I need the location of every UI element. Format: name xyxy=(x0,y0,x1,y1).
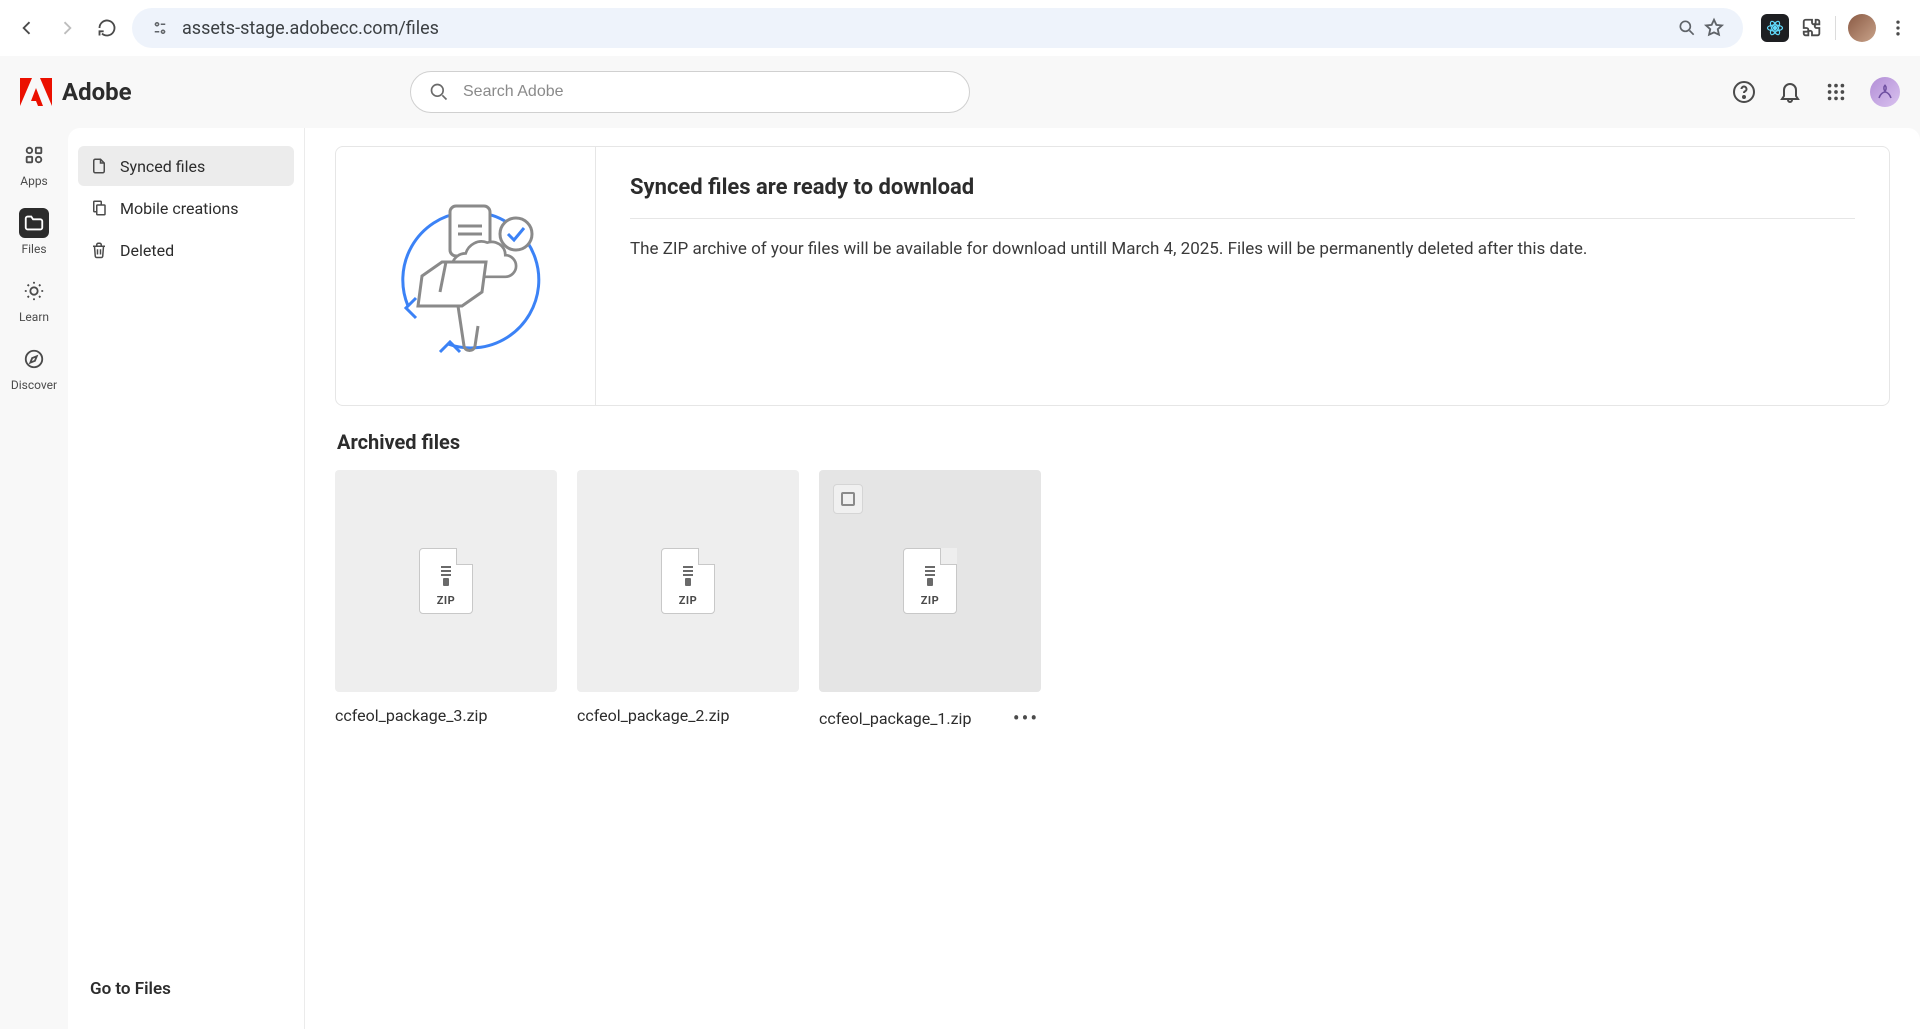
help-icon[interactable] xyxy=(1732,80,1756,104)
rail-label: Learn xyxy=(19,310,49,324)
adobe-logo-text: Adobe xyxy=(62,78,132,106)
app-switcher-icon[interactable] xyxy=(1824,80,1848,104)
rail-item-apps[interactable]: Apps xyxy=(5,132,63,196)
site-settings-icon[interactable] xyxy=(150,18,170,38)
trash-icon xyxy=(90,241,108,259)
file-card: ZIP ccfeol_package_1.zip ••• xyxy=(819,470,1041,730)
browser-url-bar[interactable]: assets-stage.adobecc.com/files xyxy=(132,8,1743,48)
checkbox-icon xyxy=(841,492,855,506)
file-thumbnail[interactable]: ZIP xyxy=(335,470,557,692)
sidenav-synced-files[interactable]: Synced files xyxy=(78,146,294,186)
search-icon xyxy=(429,82,449,102)
app-header: Adobe xyxy=(0,56,1920,128)
adobe-logo-icon xyxy=(20,78,52,106)
rail-item-discover[interactable]: Discover xyxy=(5,336,63,400)
discover-icon xyxy=(19,344,49,374)
learn-icon xyxy=(19,276,49,306)
file-card: ZIP ccfeol_package_2.zip xyxy=(577,470,799,730)
banner-description: The ZIP archive of your files will be av… xyxy=(630,237,1855,262)
file-type-label: ZIP xyxy=(921,594,939,607)
apps-icon xyxy=(19,140,49,170)
extensions-icon[interactable] xyxy=(1801,17,1823,39)
file-select-checkbox[interactable] xyxy=(833,484,863,514)
download-ready-banner: Synced files are ready to download The Z… xyxy=(335,146,1890,406)
rail-item-learn[interactable]: Learn xyxy=(5,268,63,332)
browser-forward-button[interactable] xyxy=(52,13,82,43)
browser-profile-avatar[interactable] xyxy=(1848,14,1876,42)
file-type-label: ZIP xyxy=(437,594,455,607)
file-name: ccfeol_package_3.zip xyxy=(335,706,487,725)
adobe-logo[interactable]: Adobe xyxy=(20,78,410,106)
sidenav-label: Deleted xyxy=(120,241,174,260)
zip-file-icon: ZIP xyxy=(419,548,473,614)
zoom-icon[interactable] xyxy=(1677,18,1697,38)
files-icon xyxy=(19,208,49,238)
file-more-actions-icon[interactable]: ••• xyxy=(1011,706,1041,730)
zip-file-icon: ZIP xyxy=(903,548,957,614)
files-side-panel: Synced files Mobile creations Deleted Go… xyxy=(68,128,304,1029)
search-input[interactable] xyxy=(463,83,951,101)
sidenav-label: Synced files xyxy=(120,157,205,176)
search-box[interactable] xyxy=(410,71,970,113)
sidenav-mobile-creations[interactable]: Mobile creations xyxy=(78,188,294,228)
browser-toolbar: assets-stage.adobecc.com/files xyxy=(0,0,1920,56)
zip-file-icon: ZIP xyxy=(661,548,715,614)
file-icon xyxy=(90,157,108,175)
browser-url-text: assets-stage.adobecc.com/files xyxy=(182,18,439,39)
left-rail: Home Apps Files Learn Discover xyxy=(0,56,68,1029)
mobile-creations-icon xyxy=(90,199,108,217)
divider xyxy=(630,218,1855,219)
file-card: ZIP ccfeol_package_3.zip xyxy=(335,470,557,730)
divider xyxy=(1835,16,1836,40)
go-to-files-link[interactable]: Go to Files xyxy=(78,967,294,1011)
react-devtools-extension-icon[interactable] xyxy=(1761,14,1789,42)
section-title-archived: Archived files xyxy=(337,430,1890,454)
sidenav-deleted[interactable]: Deleted xyxy=(78,230,294,270)
file-grid: ZIP ccfeol_package_3.zip ZIP xyxy=(335,470,1890,730)
rail-label: Discover xyxy=(11,378,57,392)
banner-illustration xyxy=(336,147,596,405)
banner-title: Synced files are ready to download xyxy=(630,175,1855,200)
rail-label: Apps xyxy=(20,174,48,188)
rail-item-files[interactable]: Files xyxy=(5,200,63,264)
file-thumbnail[interactable]: ZIP xyxy=(819,470,1041,692)
file-type-label: ZIP xyxy=(679,594,697,607)
user-avatar[interactable] xyxy=(1870,77,1900,107)
notifications-icon[interactable] xyxy=(1778,80,1802,104)
file-thumbnail[interactable]: ZIP xyxy=(577,470,799,692)
sidenav-label: Mobile creations xyxy=(120,199,239,218)
browser-back-button[interactable] xyxy=(12,13,42,43)
browser-menu-icon[interactable] xyxy=(1888,18,1908,38)
rail-label: Files xyxy=(21,242,46,256)
file-name: ccfeol_package_1.zip xyxy=(819,709,971,728)
file-name: ccfeol_package_2.zip xyxy=(577,706,729,725)
bookmark-star-icon[interactable] xyxy=(1703,17,1725,39)
main-panel: Synced files are ready to download The Z… xyxy=(304,128,1920,1029)
browser-reload-button[interactable] xyxy=(92,13,122,43)
